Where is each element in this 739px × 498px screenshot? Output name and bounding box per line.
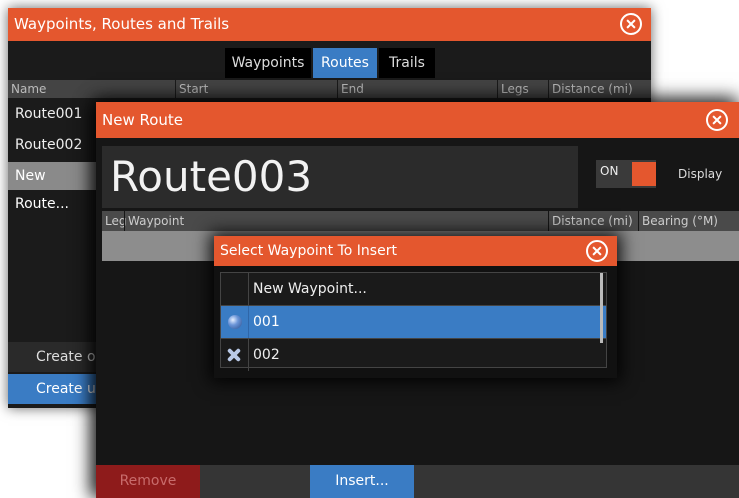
close-icon[interactable] (586, 240, 608, 262)
list-item-002[interactable]: 002 (221, 339, 606, 371)
icon-cell (221, 339, 249, 371)
remove-button[interactable]: Remove (96, 465, 200, 498)
tab-trails[interactable]: Trails (379, 48, 435, 78)
column-leg[interactable]: Leg (102, 211, 126, 231)
scrollbar[interactable] (600, 273, 603, 343)
waypoint-sphere-icon (228, 315, 242, 329)
column-start[interactable]: Start (175, 80, 339, 98)
column-legs[interactable]: Legs (497, 80, 551, 98)
list-item-new-waypoint[interactable]: New Waypoint... (221, 273, 606, 305)
route-row-new-route[interactable]: New Route... (8, 162, 98, 212)
tab-routes[interactable]: Routes (313, 48, 377, 78)
icon-cell (221, 306, 249, 338)
column-name[interactable]: Name (8, 80, 176, 98)
select-waypoint-dialog: Select Waypoint To Insert New Waypoint..… (214, 236, 617, 378)
create-button[interactable]: Create o (8, 342, 98, 372)
waypoint-list: New Waypoint... 001 002 (220, 272, 607, 371)
list-item-001[interactable]: 001 (221, 306, 606, 338)
route-name-field[interactable]: Route003 (102, 146, 578, 208)
toggle-on-label: ON (600, 164, 619, 178)
display-label: Display (678, 167, 723, 181)
list-item-label: 001 (253, 314, 280, 330)
column-distance[interactable]: Distance (mi) (548, 80, 652, 98)
column-waypoint[interactable]: Waypoint (124, 211, 548, 231)
route-row-route002[interactable]: Route002 (8, 131, 98, 159)
routes-table-header: Name Start End Legs Distance (mi) (8, 80, 651, 98)
list-item-label: New Waypoint... (253, 281, 367, 297)
column-bearing[interactable]: Bearing (°M) (638, 211, 739, 231)
tab-waypoints[interactable]: Waypoints (225, 48, 311, 78)
column-leg-distance[interactable]: Distance (mi) (548, 211, 640, 231)
empty-icon-cell (221, 273, 249, 305)
routes-dialog-title: Waypoints, Routes and Trails (8, 8, 651, 41)
new-route-title: New Route (96, 102, 739, 138)
column-end[interactable]: End (337, 80, 499, 98)
route-name-text: Route003 (110, 152, 313, 201)
route-row-route001[interactable]: Route001 (8, 100, 98, 128)
list-item-label: 002 (253, 347, 280, 363)
create-user-button[interactable]: Create u (8, 374, 98, 404)
toggle-knob[interactable] (632, 162, 656, 186)
select-waypoint-title: Select Waypoint To Insert (214, 236, 617, 266)
legs-table-header: Leg Waypoint Distance (mi) Bearing (°M) (102, 211, 739, 231)
close-icon[interactable] (706, 109, 728, 131)
waypoint-x-icon (226, 347, 242, 363)
close-icon[interactable] (620, 13, 642, 35)
insert-button[interactable]: Insert... (310, 465, 414, 498)
